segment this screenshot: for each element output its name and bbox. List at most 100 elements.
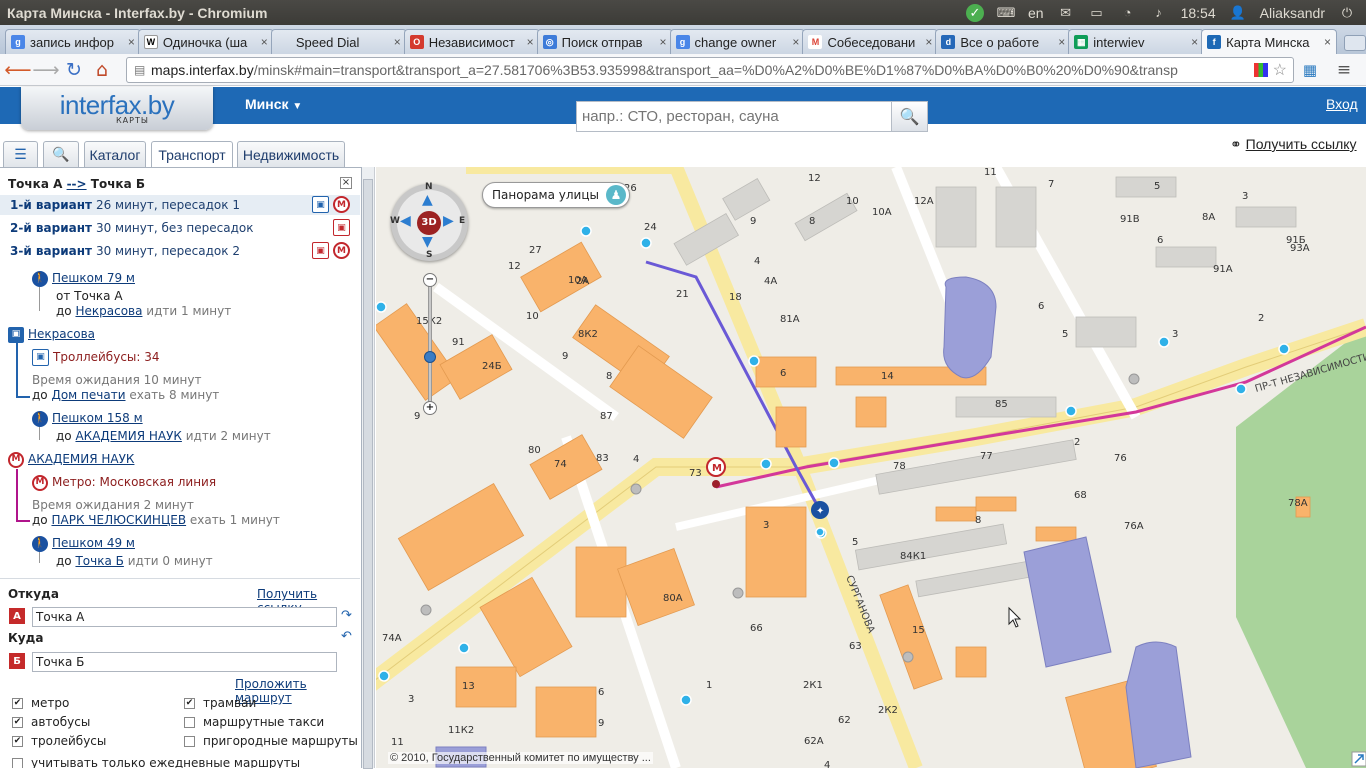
checkbox-box[interactable]: ✔ (184, 697, 195, 709)
route-variant-1[interactable]: 1-й вариант 26 минут, пересадок 1 ▣ M (0, 195, 360, 215)
tab-realty[interactable]: Недвижимость (237, 141, 345, 167)
clock[interactable]: 18:54 (1181, 5, 1216, 21)
reverse-route-link[interactable]: --> (67, 177, 87, 191)
checkbox-box[interactable] (184, 735, 195, 747)
battery-icon[interactable]: ▭ (1088, 5, 1106, 20)
tab-transport[interactable]: Транспорт (151, 141, 233, 168)
mail-icon[interactable]: ✉ (1057, 5, 1075, 20)
swap-icon[interactable]: ↶ (341, 629, 352, 644)
new-tab-button[interactable] (1344, 35, 1366, 51)
browser-tab-6[interactable]: M Собеседовани × (802, 29, 939, 54)
tab-catalog[interactable]: Каталог (84, 141, 146, 167)
stop-link[interactable]: ПАРК ЧЕЛЮСКИНЦЕВ (51, 513, 186, 527)
browser-tab-8[interactable]: ▦ interwiev × (1068, 29, 1205, 54)
stop-link[interactable]: Дом печати (51, 388, 125, 402)
close-tab-icon[interactable]: × (261, 35, 268, 49)
pan-down-icon[interactable]: ▼ (422, 234, 433, 250)
zoom-knob[interactable] (424, 351, 436, 363)
tab-list-view[interactable]: ☰ (3, 141, 38, 167)
route-variant-2[interactable]: 2-й вариант 30 минут, без пересадок ▣ (0, 218, 360, 238)
checkbox-box[interactable]: ✔ (12, 735, 23, 747)
checkbox-metro[interactable]: ✔ метро (12, 696, 69, 710)
browser-tab-0[interactable]: g запись инфор × (5, 29, 141, 54)
settings-wrench-icon[interactable]: ≡ (1330, 56, 1358, 84)
close-tab-icon[interactable]: × (394, 35, 401, 49)
search-button[interactable]: 🔍 (891, 101, 928, 132)
pan-left-icon[interactable]: ◀ (400, 213, 411, 229)
map-compass[interactable]: N S E W ▲ ▼ ◀ ▶ 3D (390, 182, 468, 261)
update-check-icon[interactable]: ✓ (966, 3, 984, 22)
address-bar[interactable]: ▤ maps.interfax.by/minsk#main=transport&… (126, 57, 1294, 83)
pan-right-icon[interactable]: ▶ (443, 213, 454, 229)
close-tab-icon[interactable]: × (1324, 35, 1331, 49)
checkbox-suburban[interactable]: пригородные маршруты (184, 734, 358, 748)
checkbox-bus[interactable]: ✔ автобусы (12, 715, 90, 729)
street-panorama-button[interactable]: Панорама улицы ♟ (482, 182, 630, 208)
forward-arrow-icon[interactable]: ⟶ (32, 56, 60, 84)
keyboard-icon[interactable]: ⌨ (997, 5, 1016, 20)
checkbox-daily-only[interactable]: учитывать только ежедневные маршруты (12, 756, 300, 768)
user-icon[interactable]: 👤 (1229, 5, 1247, 20)
stop-link[interactable]: Точка Б (75, 554, 123, 568)
zoom-in-button[interactable]: + (423, 401, 437, 415)
scrollbar-thumb[interactable] (363, 179, 373, 769)
close-tab-icon[interactable]: × (660, 35, 667, 49)
user-name[interactable]: Aliaksandr (1260, 5, 1325, 21)
walk-link[interactable]: Пешком 49 м (52, 536, 135, 550)
search-input[interactable] (576, 101, 892, 132)
reload-icon[interactable]: ↻ (60, 56, 88, 84)
pan-up-icon[interactable]: ▲ (422, 192, 433, 208)
checkbox-box[interactable]: ✔ (12, 697, 23, 709)
from-input[interactable]: Точка А (32, 607, 337, 627)
stop-link[interactable]: АКАДЕМИЯ НАУК (28, 452, 134, 466)
checkbox-box[interactable] (12, 757, 23, 768)
checkbox-minibus[interactable]: маршрутные такси (184, 715, 324, 729)
zoom-rail[interactable] (428, 283, 432, 405)
tab-search[interactable]: 🔍 (43, 141, 79, 167)
zoom-out-button[interactable]: − (423, 273, 437, 287)
browser-tab-7[interactable]: d Все о работе × (935, 29, 1072, 54)
route-variant-3[interactable]: 3-й вариант 30 минут, пересадок 2 ▣ M (0, 241, 360, 261)
colorful-extension-icon[interactable] (1253, 63, 1268, 77)
browser-tab-2[interactable]: Speed Dial × (270, 29, 407, 54)
close-tab-icon[interactable]: × (925, 35, 932, 49)
close-tab-icon[interactable]: × (527, 35, 534, 49)
checkbox-trolleybus[interactable]: ✔ тролейбусы (12, 734, 106, 748)
browser-tab-3[interactable]: O Независимост × (403, 29, 540, 54)
close-tab-icon[interactable]: × (128, 35, 135, 49)
qr-extension-icon[interactable]: ▦ (1296, 56, 1324, 84)
close-icon[interactable]: × (340, 177, 352, 189)
close-tab-icon[interactable]: × (1191, 35, 1198, 49)
walk-link[interactable]: Пешком 158 м (52, 411, 143, 425)
zoom-slider[interactable]: − + (423, 273, 437, 415)
browser-tab-1[interactable]: W Одиночка (ша × (137, 29, 274, 54)
bookmark-star-icon[interactable]: ☆ (1273, 60, 1287, 80)
swap-icon[interactable]: ↷ (341, 608, 352, 623)
address-text[interactable]: maps.interfax.by/minsk#main=transport&tr… (127, 62, 1249, 78)
browser-tab-9[interactable]: f Карта Минска × (1201, 29, 1338, 54)
power-icon[interactable]: ⏻ (1338, 5, 1356, 20)
map-canvas[interactable]: 26 24 21 18 12 10 10А 12А 11 7 8 9 5 3 91В 8А 6 91Б 93А 27 1… (376, 167, 1366, 768)
walk-link[interactable]: Пешком 79 м (52, 271, 135, 285)
browser-tab-5[interactable]: g change owner × (669, 29, 806, 54)
panel-scrollbar[interactable] (362, 167, 375, 769)
checkbox-tram[interactable]: ✔ трамваи (184, 696, 256, 710)
3d-toggle-button[interactable]: 3D (417, 211, 441, 235)
close-tab-icon[interactable]: × (1058, 35, 1065, 49)
login-link[interactable]: Вход (1326, 96, 1358, 112)
checkbox-box[interactable]: ✔ (12, 716, 23, 728)
browser-tab-4[interactable]: ◎ Поиск отправ × (536, 29, 673, 54)
close-tab-icon[interactable]: × (792, 35, 799, 49)
volume-icon[interactable]: ♪ (1150, 5, 1168, 20)
stop-link[interactable]: Некрасова (75, 304, 142, 318)
back-arrow-icon[interactable]: ⟵ (4, 56, 32, 84)
site-logo[interactable]: interfax.by КАРТЫ (21, 87, 213, 130)
map-svg[interactable]: 262421 18121010А12А117895391В 8А6 91Б93А271… (376, 167, 1366, 768)
keyboard-layout[interactable]: en (1028, 5, 1044, 21)
stop-link[interactable]: АКАДЕМИЯ НАУК (75, 429, 181, 443)
get-link-top[interactable]: ⚭ Получить ссылку (1230, 136, 1357, 153)
city-selector[interactable]: Минск ▼ (245, 96, 302, 112)
to-input[interactable]: Точка Б (32, 652, 337, 672)
stop-link[interactable]: Некрасова (28, 327, 95, 341)
checkbox-box[interactable] (184, 716, 195, 728)
